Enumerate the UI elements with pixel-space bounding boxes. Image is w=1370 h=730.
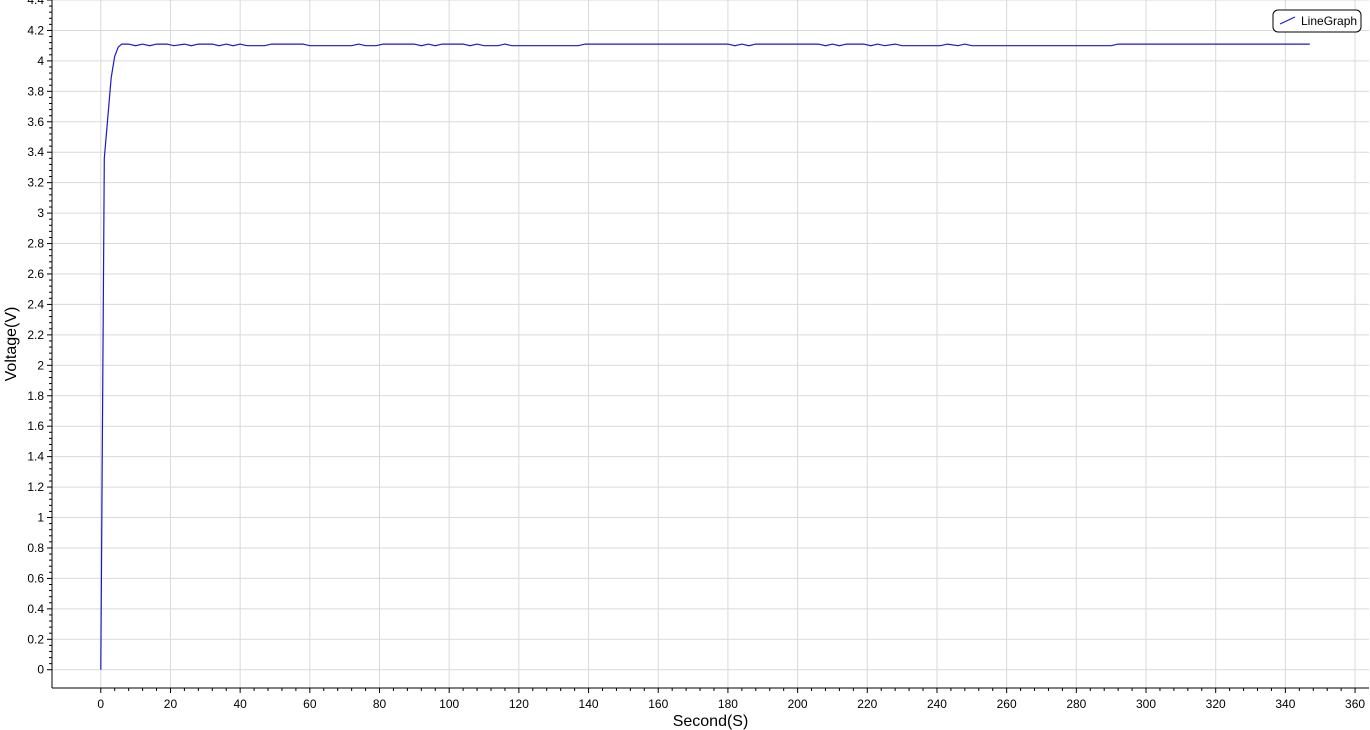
x-tick-label: 0 [97,697,104,711]
x-tick-label: 340 [1275,697,1295,711]
x-axis-title: Second(S) [673,713,749,730]
y-tick-label: 1.6 [27,419,44,433]
axis-ticks [47,0,1356,693]
y-tick-label: 2.2 [27,328,44,342]
axes [51,0,1369,689]
x-tick-label: 320 [1206,697,1226,711]
x-tick-label: 60 [303,697,317,711]
y-tick-label: 1 [37,511,44,525]
y-tick-label: 2.8 [27,237,44,251]
series-line-linegraph [100,43,1310,670]
y-tick-label: 3.4 [27,145,44,159]
x-tick-label: 200 [788,697,808,711]
x-tick-label: 80 [373,697,387,711]
x-tick-label: 100 [439,697,459,711]
x-tick-label: 300 [1136,697,1156,711]
line-chart: 0 20 40 60 80 100 120 140 160 180 200 220 240 260 280 3… [3,0,1369,730]
plot-area [100,43,1310,670]
y-tick-label: 3.8 [27,84,44,98]
y-tick-label: 0.4 [27,602,44,616]
y-tick-label: 3 [37,206,44,220]
grid [52,0,1369,688]
y-tick-label: 2.6 [27,267,44,281]
y-tick-label: 2.4 [27,297,44,311]
y-tick-label: 0.2 [27,632,44,646]
x-tick-label: 120 [509,697,529,711]
y-tick-label: 0 [37,663,44,677]
x-tick-label: 180 [718,697,738,711]
y-tick-label: 2 [37,358,44,372]
y-tick-label: 4.4 [27,0,44,7]
x-tick-label: 360 [1345,697,1365,711]
y-tick-label: 1.2 [27,480,44,494]
x-tick-label: 240 [927,697,947,711]
x-tick-labels: 0 20 40 60 80 100 120 140 160 180 200 220 240 260 280 3… [97,697,1365,711]
y-tick-label: 1.4 [27,450,44,464]
x-tick-label: 140 [579,697,599,711]
y-tick-labels: 0 0.2 0.4 0.6 0.8 1 1.2 1.4 1.6 1.8 2 2.2 2.4 2.6 2.8 3… [27,0,44,677]
x-tick-label: 220 [857,697,877,711]
y-tick-label: 0.6 [27,571,44,585]
legend: LineGraph [1272,9,1362,33]
y-axis-title: Voltage(V) [3,307,20,382]
y-tick-label: 3.2 [27,176,44,190]
x-tick-label: 260 [997,697,1017,711]
y-tick-label: 0.8 [27,541,44,555]
x-tick-label: 160 [648,697,668,711]
x-tick-label: 280 [1066,697,1086,711]
x-tick-label: 40 [233,697,247,711]
y-tick-label: 1.8 [27,389,44,403]
x-tick-label: 20 [164,697,178,711]
y-tick-label: 4 [37,54,44,68]
legend-label-linegraph: LineGraph [1301,14,1357,28]
y-tick-label: 3.6 [27,115,44,129]
y-tick-label: 4.2 [27,23,44,37]
